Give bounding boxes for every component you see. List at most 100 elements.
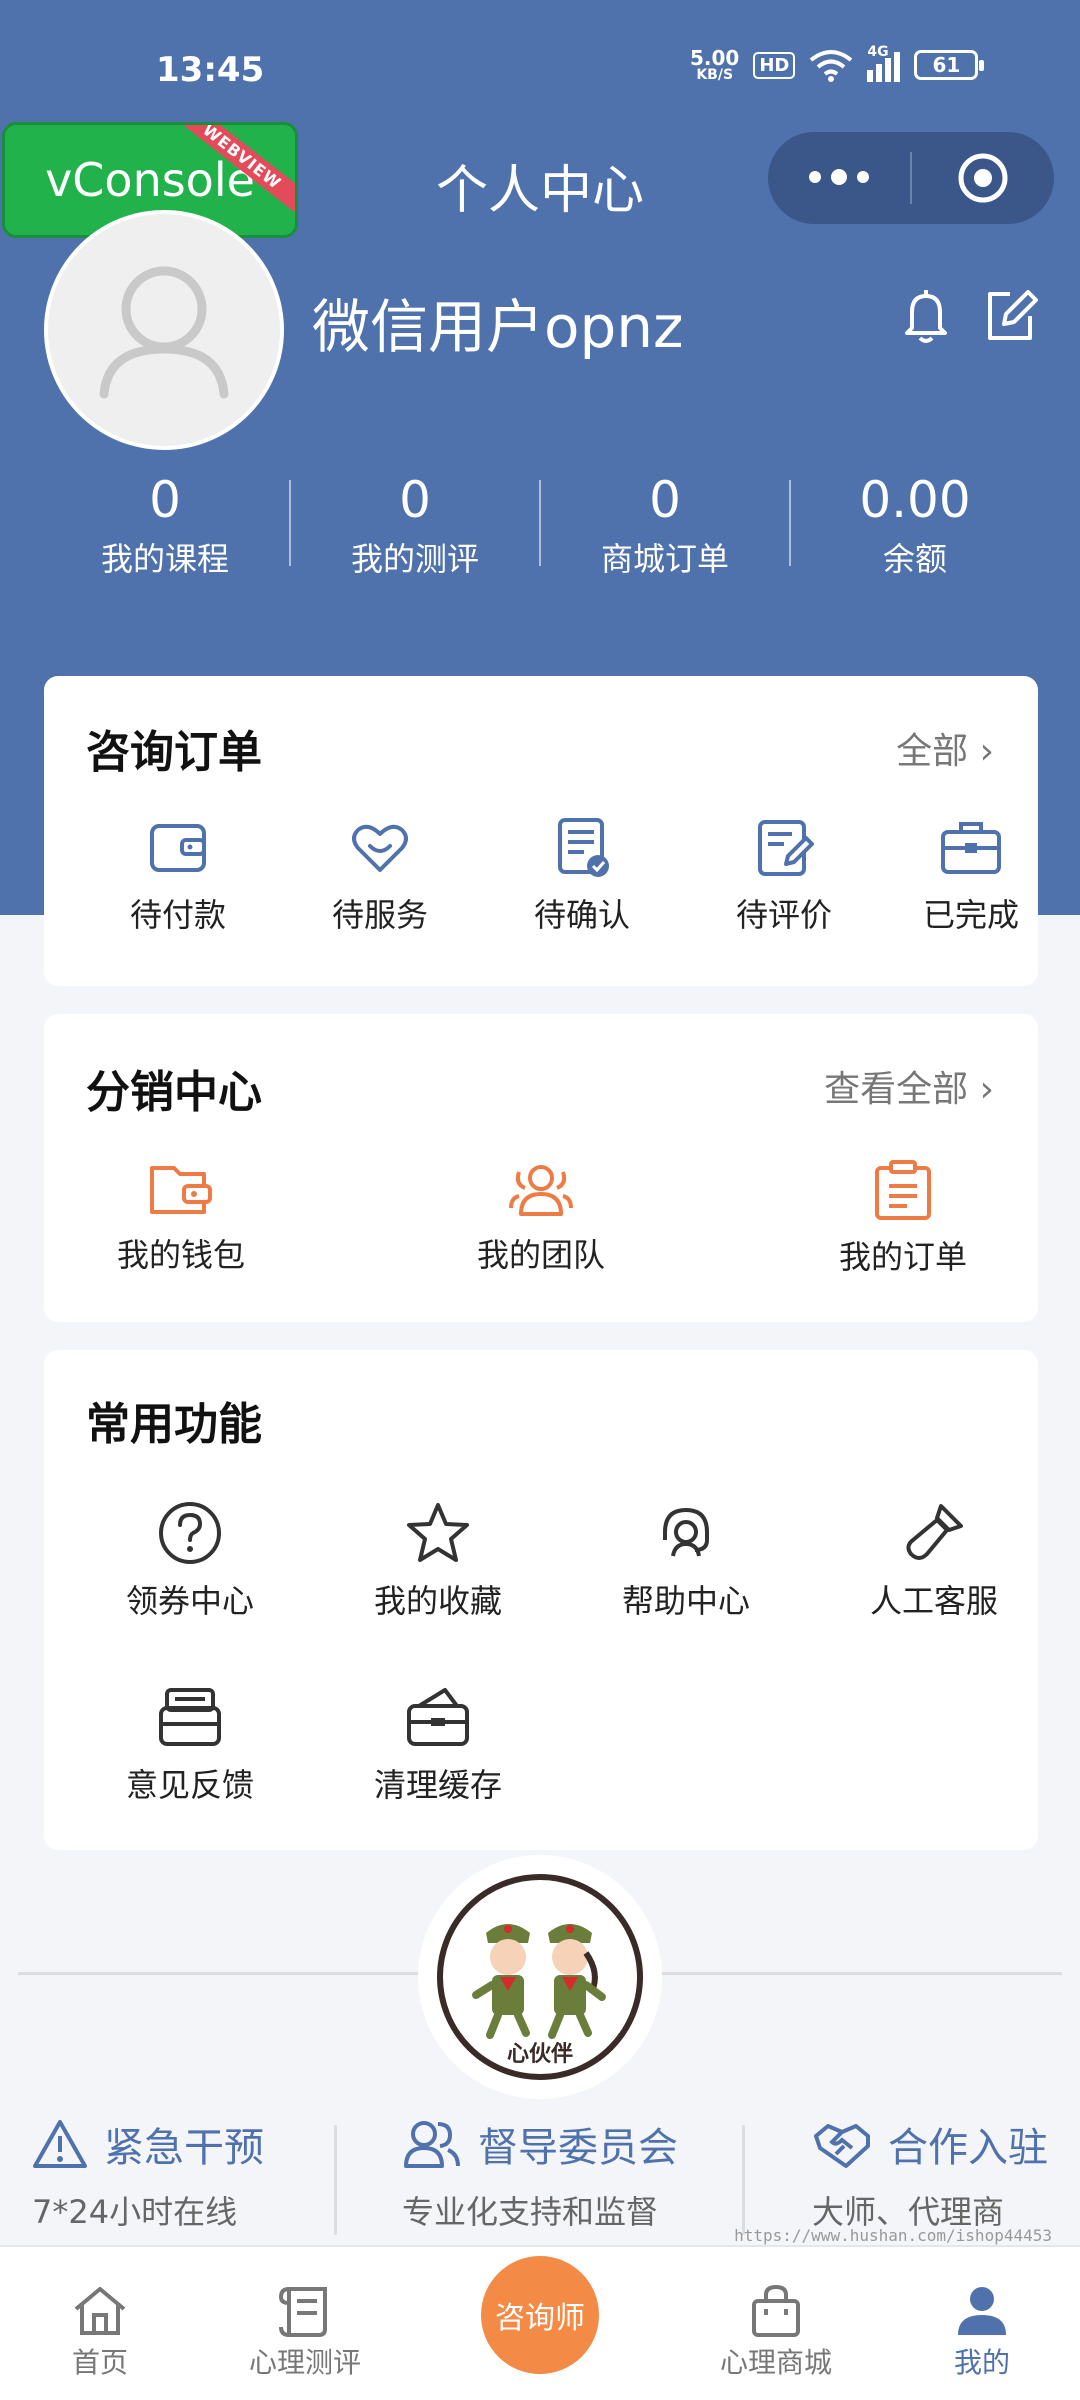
home-icon (74, 2287, 126, 2335)
my-team[interactable]: 我的团队 (426, 1160, 656, 1276)
shopping-bag-icon (752, 2285, 800, 2337)
item-label: 我的订单 (838, 1238, 967, 1276)
net-speed: 5.00 KB/S (690, 46, 740, 83)
watermark: https://www.hushan.com/ishop44453 (734, 2226, 1052, 2245)
stat-label: 商城订单 (600, 540, 729, 578)
printer-icon (159, 1688, 221, 1746)
feature-title: 合作入驻 (888, 2125, 1048, 2171)
item-label: 我的收藏 (373, 1582, 502, 1620)
wallet-icon (150, 824, 206, 872)
signal-icon: 4G (867, 44, 901, 82)
brush-icon (906, 1504, 963, 1560)
tab-label: 心理商城 (719, 2346, 832, 2379)
feature-divider (334, 2125, 337, 2235)
item-label: 清理缓存 (373, 1766, 502, 1804)
wallet-icon (150, 1166, 212, 1214)
stat-value: 0.00 (859, 471, 971, 529)
close-miniprogram-button[interactable] (912, 132, 1054, 224)
briefcase-icon (941, 822, 1001, 874)
card-title: 咨询订单 (86, 727, 262, 778)
edit-profile-icon[interactable] (980, 286, 1040, 346)
handshake-icon (814, 2124, 870, 2168)
more-icon (809, 169, 869, 185)
more-button[interactable] (768, 132, 910, 224)
stat-courses[interactable]: 0 我的课程 (40, 470, 290, 580)
headset-icon (663, 1507, 709, 1557)
miniprogram-capsule (768, 132, 1054, 224)
default-avatar-icon (99, 266, 229, 399)
battery-icon: 61 (914, 50, 985, 80)
feature-emergency[interactable]: 紧急干预 7*24小时在线 (32, 2115, 264, 2233)
feedback[interactable]: 意见反馈 (66, 1684, 314, 1806)
coupon-center[interactable]: 领券中心 (66, 1500, 314, 1622)
feature-partnership[interactable]: 合作入驻 大师、代理商 (812, 2115, 1048, 2233)
feature-title: 紧急干预 (104, 2125, 264, 2171)
counselor-label: 咨询师 (495, 2301, 585, 2336)
my-orders[interactable]: 我的订单 (788, 1160, 1018, 1278)
notification-bell-icon[interactable] (898, 286, 954, 346)
scroll-icon (278, 2287, 327, 2337)
view-all-orders-link[interactable]: 全部 › (896, 722, 994, 774)
item-label: 帮助中心 (621, 1582, 750, 1620)
chevron-right-icon: › (979, 731, 994, 772)
user-icon (958, 2287, 1006, 2335)
stat-value: 0 (399, 471, 431, 529)
warning-icon (33, 2120, 87, 2168)
wifi-icon (810, 50, 853, 82)
counselor-button[interactable]: 咨询师 (481, 2256, 599, 2374)
stat-label: 我的课程 (100, 540, 229, 578)
stat-balance[interactable]: 0.00 余额 (790, 470, 1040, 580)
customer-service[interactable]: 人工客服 (810, 1500, 1058, 1622)
stat-assessments[interactable]: 0 我的测评 (290, 470, 540, 580)
team-icon (509, 1165, 573, 1216)
consult-orders-card: 咨询订单 全部 › 待付款 待服务 待确认 待评价 已完成 (44, 676, 1038, 986)
my-wallet[interactable]: 我的钱包 (66, 1160, 296, 1276)
hd-icon: HD (753, 51, 796, 79)
logo-image: 心伙伴 (437, 1874, 643, 2080)
people-icon (404, 2121, 460, 2168)
feature-subtitle: 7*24小时在线 (32, 2193, 238, 2231)
tab-label: 心理测评 (248, 2346, 361, 2379)
chevron-right-icon: › (979, 1069, 994, 1110)
item-label: 领券中心 (125, 1582, 254, 1620)
my-favorites[interactable]: 我的收藏 (314, 1500, 562, 1622)
item-label: 待付款 (129, 896, 226, 934)
item-label: 我的团队 (476, 1236, 605, 1274)
stat-value: 0 (649, 471, 681, 529)
avatar[interactable] (44, 210, 284, 450)
order-pending-payment[interactable]: 待付款 (78, 816, 278, 936)
clear-cache[interactable]: 清理缓存 (314, 1684, 562, 1806)
feature-supervision[interactable]: 督导委员会 专业化支持和监督 (402, 2115, 678, 2233)
order-pending-confirm[interactable]: 待确认 (482, 816, 682, 936)
stat-label: 余额 (882, 540, 947, 578)
item-label: 人工客服 (869, 1582, 998, 1620)
tab-mine[interactable]: 我的 (892, 2285, 1072, 2381)
tab-home[interactable]: 首页 (10, 2285, 190, 2381)
item-label: 待评价 (735, 896, 832, 934)
cache-icon (407, 1688, 469, 1746)
question-icon (159, 1502, 221, 1564)
tab-shop[interactable]: 心理商城 (686, 2285, 866, 2381)
order-pending-service[interactable]: 待服务 (280, 816, 480, 936)
star-icon (407, 1503, 469, 1562)
stat-label: 我的测评 (350, 540, 479, 578)
heart-icon (352, 824, 408, 872)
order-pending-review[interactable]: 待评价 (684, 816, 884, 936)
common-functions-card: 常用功能 领券中心 我的收藏 帮助中心 人工客服 意见反馈 清理缓存 (44, 1350, 1038, 1850)
feature-title: 督导委员会 (478, 2125, 678, 2171)
item-label: 意见反馈 (125, 1766, 254, 1804)
help-center[interactable]: 帮助中心 (562, 1500, 810, 1622)
logo-text: 心伙伴 (507, 2042, 573, 2067)
username: 微信用户opnz (312, 293, 684, 361)
view-all-distribution-link[interactable]: 查看全部 › (824, 1060, 994, 1112)
tab-assessment[interactable]: 心理测评 (215, 2285, 395, 2381)
stat-value: 0 (149, 471, 181, 529)
stat-shop-orders[interactable]: 0 商城订单 (540, 470, 790, 580)
feature-divider (742, 2125, 745, 2235)
card-title: 常用功能 (86, 1399, 262, 1450)
feature-subtitle: 专业化支持和监督 (402, 2193, 659, 2231)
tab-label: 我的 (953, 2346, 1010, 2379)
order-completed[interactable]: 已完成 (866, 816, 1076, 936)
target-icon (958, 153, 1008, 203)
distribution-card: 分销中心 查看全部 › 我的钱包 我的团队 我的订单 (44, 1014, 1038, 1322)
